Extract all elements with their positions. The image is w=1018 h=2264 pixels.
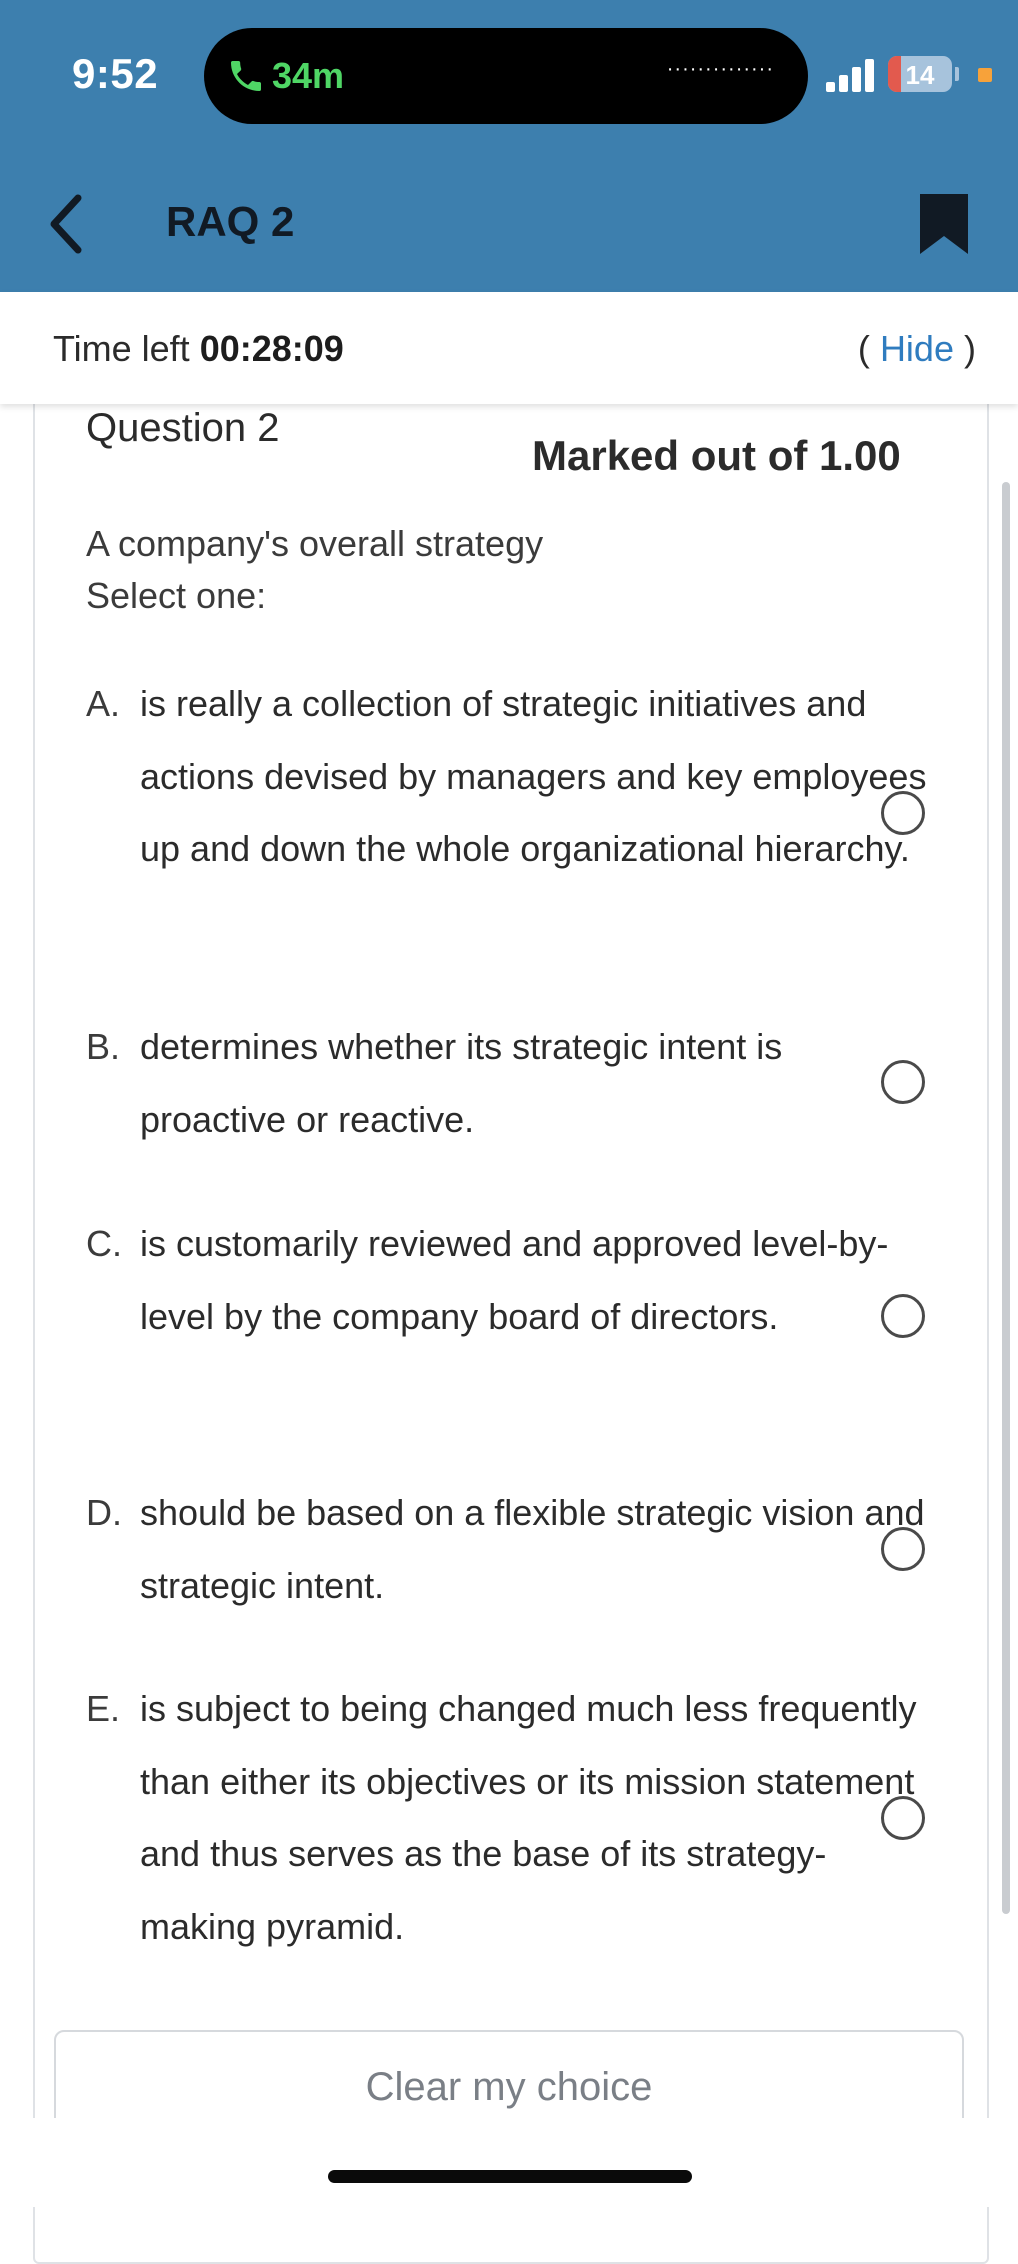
option-letter: E.: [86, 1688, 121, 1729]
battery-icon: 14: [888, 56, 952, 92]
answer-option-b[interactable]: B. determines whether its strategic inte…: [86, 1011, 966, 1156]
option-letter: D.: [86, 1492, 122, 1533]
answer-option-c[interactable]: C. is customarily reviewed and approved …: [86, 1208, 966, 1426]
home-indicator[interactable]: [328, 2170, 692, 2183]
question-text: A company's overall strategy Select one:: [86, 518, 543, 622]
page-title: RAQ 2: [166, 198, 295, 245]
hide-open-paren: (: [857, 328, 870, 369]
time-left-value: 00:28:09: [199, 328, 344, 369]
audio-waveform-icon: ··············: [666, 58, 774, 80]
time-left: Time left 00:28:09: [53, 328, 344, 370]
hide-timer-link[interactable]: Hide: [880, 328, 954, 369]
radio-option-a[interactable]: [881, 791, 925, 835]
app-header: 9:52 34m ·············· 14 RAQ 2: [0, 0, 1018, 292]
answer-option-a[interactable]: A. is really a collection of strategic i…: [86, 668, 966, 958]
option-letter: B.: [86, 1026, 121, 1067]
back-chevron-icon[interactable]: [44, 190, 94, 258]
phone-icon: [231, 61, 261, 91]
question-number: Question 2: [86, 406, 280, 450]
scrollbar[interactable]: [1002, 482, 1010, 1914]
bottom-safe-area: [0, 2118, 1018, 2207]
hide-close-paren: ): [964, 328, 976, 369]
option-text: is customarily reviewed and approved lev…: [140, 1223, 889, 1337]
answer-option-e[interactable]: E. is subject to being changed much less…: [86, 1673, 966, 1963]
radio-option-e[interactable]: [881, 1796, 925, 1840]
radio-option-d[interactable]: [881, 1527, 925, 1571]
radio-option-c[interactable]: [881, 1294, 925, 1338]
status-time: 9:52: [72, 50, 159, 97]
option-letter: C.: [86, 1223, 122, 1264]
question-prompt: A company's overall strategy: [86, 523, 544, 564]
option-text: is subject to being changed much less fr…: [140, 1688, 917, 1947]
cellular-signal-icon: [826, 56, 876, 92]
battery-level: 14: [905, 60, 935, 90]
select-instruction: Select one:: [86, 575, 267, 616]
hide-timer-control: ( Hide ): [858, 328, 976, 370]
recording-indicator-icon: [978, 68, 992, 82]
dynamic-island[interactable]: 34m ··············: [204, 28, 808, 124]
call-duration: 34m: [272, 55, 345, 96]
battery-nub: [955, 67, 959, 81]
timer-bar: Time left 00:28:09 ( Hide ): [0, 292, 1018, 404]
option-text: is really a collection of strategic init…: [140, 683, 927, 869]
time-left-label: Time left: [53, 328, 190, 369]
radio-option-b[interactable]: [881, 1060, 925, 1104]
answer-option-d[interactable]: D. should be based on a flexible strateg…: [86, 1477, 966, 1622]
bookmark-icon[interactable]: [918, 192, 970, 256]
option-letter: A.: [86, 683, 121, 724]
option-text: determines whether its strategic intent …: [140, 1026, 783, 1140]
option-text: should be based on a flexible strategic …: [140, 1492, 925, 1606]
question-grade: Marked out of 1.00: [532, 432, 901, 479]
clear-choice-label: Clear my choice: [365, 2065, 653, 2109]
